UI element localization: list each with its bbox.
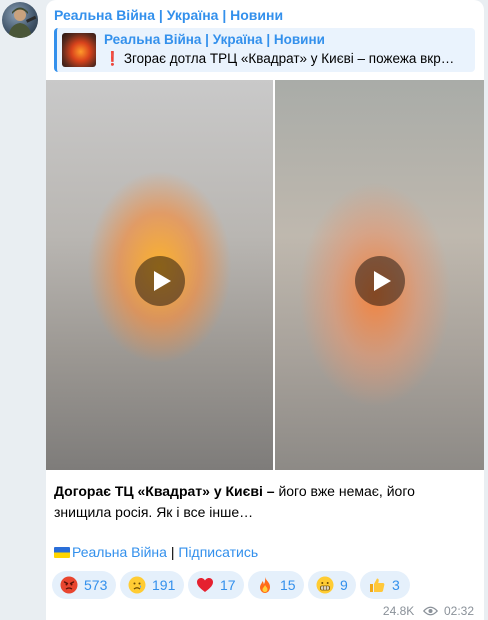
crying-face-icon bbox=[128, 576, 146, 594]
channel-name[interactable]: Реальна Війна | Україна | Новини bbox=[54, 7, 283, 23]
caption-bold: Догорає ТЦ «Квадрат» у Києві – bbox=[54, 483, 275, 499]
message-bubble: Реальна Війна | Україна | Новини Реальна… bbox=[46, 0, 484, 620]
soldier-avatar-icon bbox=[8, 7, 37, 38]
subscribe-link[interactable]: Підписатись bbox=[178, 544, 258, 560]
channel-signature: Реальна Війна | Підписатись bbox=[54, 544, 258, 560]
exclamation-icon: ❗ bbox=[104, 51, 121, 66]
play-icon bbox=[373, 271, 391, 291]
reaction-heart[interactable]: 17 bbox=[188, 571, 244, 599]
reaction-count: 191 bbox=[152, 577, 176, 593]
play-button[interactable] bbox=[134, 256, 185, 306]
message-time: 02:32 bbox=[443, 603, 474, 618]
reaction-count: 3 bbox=[392, 577, 400, 593]
channel-avatar[interactable] bbox=[2, 2, 38, 38]
reply-thumbnail bbox=[62, 33, 96, 67]
ukraine-flag-icon bbox=[54, 547, 70, 558]
reaction-count: 17 bbox=[220, 577, 236, 593]
grimacing-face-icon bbox=[316, 576, 334, 594]
video-thumbnail-2[interactable] bbox=[275, 80, 484, 470]
reply-text-body: Згорає дотла ТРЦ «Квадрат» у Києві – пож… bbox=[123, 51, 455, 66]
red-heart-icon bbox=[197, 578, 213, 592]
reaction-count: 15 bbox=[280, 577, 296, 593]
reaction-count: 9 bbox=[340, 577, 348, 593]
fire-icon bbox=[260, 577, 270, 593]
reaction-fire[interactable]: 15 bbox=[248, 571, 304, 599]
message-meta: 24.8K 02:32 bbox=[383, 603, 474, 618]
eye-icon bbox=[422, 606, 438, 616]
channel-link[interactable]: Реальна Війна bbox=[72, 544, 167, 560]
play-icon bbox=[153, 271, 171, 291]
reaction-thumbs-up[interactable]: 3 bbox=[360, 571, 410, 599]
thumbs-up-icon bbox=[370, 578, 385, 592]
video-thumbnail-1[interactable] bbox=[46, 80, 273, 470]
reaction-grimace[interactable]: 9 bbox=[308, 571, 356, 599]
reaction-angry[interactable]: 573 bbox=[52, 571, 116, 599]
reply-preview[interactable]: Реальна Війна | Україна | Новини ❗ Згорає… bbox=[54, 28, 475, 72]
angry-face-icon bbox=[60, 576, 78, 594]
reply-title: Реальна Війна | Україна | Новини bbox=[104, 32, 325, 47]
reaction-crying[interactable]: 191 bbox=[120, 571, 184, 599]
view-count: 24.8K bbox=[382, 603, 415, 618]
play-button[interactable] bbox=[354, 256, 405, 306]
reaction-count: 573 bbox=[84, 577, 108, 593]
reply-text: ❗ Згорає дотла ТРЦ «Квадрат» у Києві – по… bbox=[104, 51, 470, 67]
signature-separator: | bbox=[166, 544, 179, 560]
message-caption: Догорає ТЦ «Квадрат» у Києві – його вже … bbox=[54, 481, 474, 523]
